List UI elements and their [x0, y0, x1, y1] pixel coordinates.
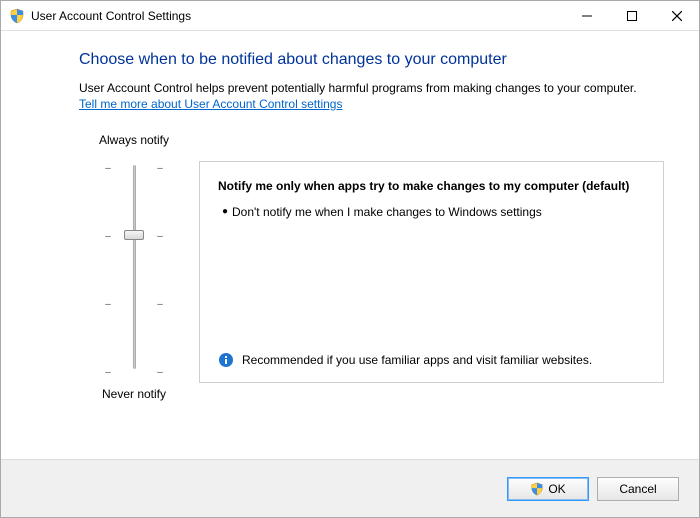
cancel-button-label: Cancel: [619, 482, 656, 496]
window-title: User Account Control Settings: [31, 9, 191, 23]
titlebar: User Account Control Settings: [1, 1, 699, 31]
maximize-button[interactable]: [609, 1, 654, 30]
info-bullet-text: Don't notify me when I make changes to W…: [232, 204, 645, 220]
bullet-icon: ●: [218, 204, 232, 220]
close-button[interactable]: [654, 1, 699, 30]
learn-more-link[interactable]: Tell me more about User Account Control …: [79, 97, 342, 111]
info-heading: Notify me only when apps try to make cha…: [218, 178, 645, 194]
recommendation-row: Recommended if you use familiar apps and…: [218, 344, 645, 368]
shield-icon: [530, 482, 544, 496]
slider-area: Always notify –– –– –– –– Never notify N…: [79, 133, 664, 401]
content-area: Choose when to be notified about changes…: [1, 31, 699, 459]
uac-settings-window: User Account Control Settings Choose whe…: [0, 0, 700, 518]
slider-thumb[interactable]: [124, 230, 144, 240]
ok-button-label: OK: [548, 482, 565, 496]
page-heading: Choose when to be notified about changes…: [79, 51, 664, 69]
slider-label-never: Never notify: [79, 387, 189, 401]
info-bullet-row: ● Don't notify me when I make changes to…: [218, 204, 645, 220]
ok-button[interactable]: OK: [507, 477, 589, 501]
cancel-button[interactable]: Cancel: [597, 477, 679, 501]
info-icon: [218, 352, 234, 368]
dialog-footer: OK Cancel: [1, 459, 699, 517]
shield-icon: [9, 8, 25, 24]
recommendation-text: Recommended if you use familiar apps and…: [242, 352, 645, 368]
window-controls: [564, 1, 699, 30]
slider-label-always: Always notify: [79, 133, 189, 147]
page-description: User Account Control helps prevent poten…: [79, 81, 664, 95]
slider-track[interactable]: –– –– –– ––: [104, 157, 164, 377]
notification-slider: Always notify –– –– –– –– Never notify: [79, 133, 189, 401]
notification-info-box: Notify me only when apps try to make cha…: [199, 161, 664, 383]
minimize-button[interactable]: [564, 1, 609, 30]
slider-groove: [133, 165, 136, 369]
